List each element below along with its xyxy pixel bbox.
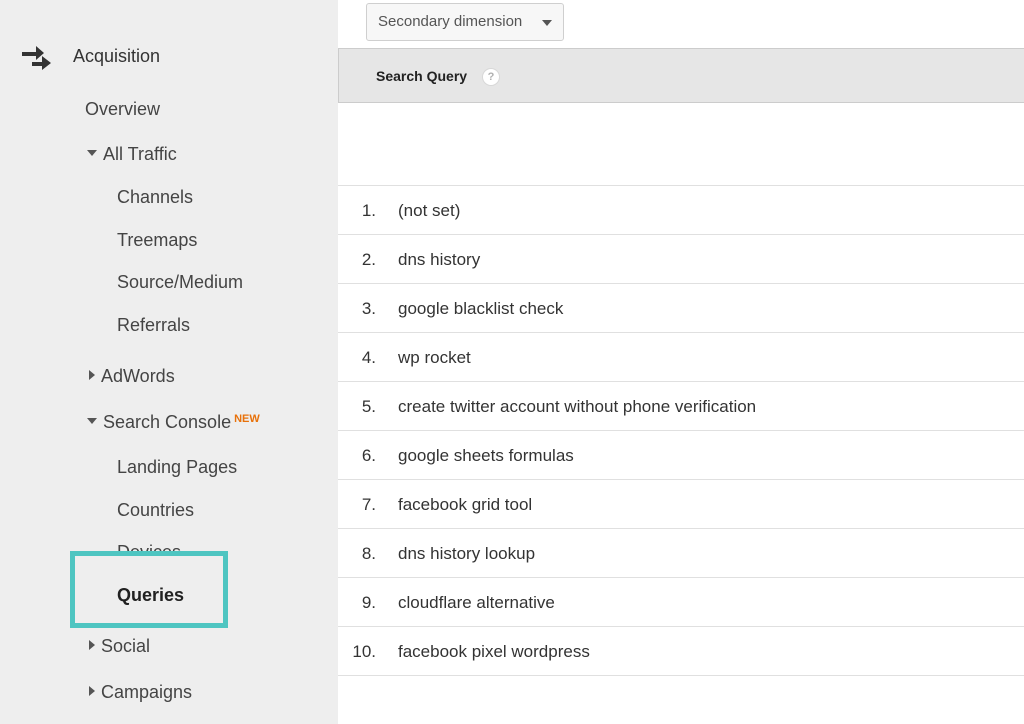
caret-down-icon [87, 418, 97, 425]
new-badge: NEW [234, 413, 260, 425]
help-icon[interactable]: ? [482, 68, 500, 86]
query-link[interactable]: create twitter account without phone ver… [398, 397, 756, 417]
row-number: 6. [361, 446, 376, 465]
sidebar-item-queries[interactable]: Queries [117, 584, 184, 606]
secondary-dimension-dropdown[interactable]: Secondary dimension [366, 3, 564, 41]
sidebar-item-adwords[interactable]: AdWords [85, 365, 175, 387]
table-row: 6. google sheets formulas [338, 431, 1024, 480]
query-link[interactable]: cloudflare alternative [398, 593, 555, 613]
sidebar-item-channels[interactable]: Channels [117, 186, 193, 208]
table-row: 5. create twitter account without phone v… [338, 382, 1024, 431]
table-row: 9. cloudflare alternative [338, 578, 1024, 627]
sidebar-item-campaigns[interactable]: Campaigns [85, 681, 192, 703]
caret-right-icon [89, 370, 95, 381]
caret-right-icon [89, 686, 95, 697]
sidebar-item-referrals[interactable]: Referrals [117, 314, 190, 336]
table-row: 4. wp rocket [338, 333, 1024, 382]
query-link[interactable]: dns history lookup [398, 544, 535, 564]
table-row: 8. dns history lookup [338, 529, 1024, 578]
row-number: 2. [361, 250, 376, 269]
row-number: 4. [361, 348, 376, 367]
row-number: 10. [352, 642, 376, 661]
sidebar-item-source-medium[interactable]: Source/Medium [117, 271, 243, 293]
row-number: 1. [361, 201, 376, 220]
table-row: 10. facebook pixel wordpress [338, 627, 1024, 676]
sidebar-item-label: Social [101, 636, 151, 656]
row-number: 3. [361, 299, 376, 318]
query-link[interactable]: facebook grid tool [398, 495, 532, 515]
sidebar-item-search-console[interactable]: Search Console NEW [85, 411, 260, 433]
row-number: 5. [361, 397, 376, 416]
table-header: Search Query ? [338, 48, 1024, 103]
sidebar-item-landing-pages[interactable]: Landing Pages [117, 456, 237, 478]
table-row: 7. facebook grid tool [338, 480, 1024, 529]
sidebar-item-all-traffic[interactable]: All Traffic [85, 143, 177, 165]
row-number: 9. [361, 593, 376, 612]
query-link[interactable]: wp rocket [398, 348, 471, 368]
sidebar-item-label: AdWords [101, 366, 175, 386]
row-number: 8. [361, 544, 376, 563]
column-header-search-query[interactable]: Search Query [376, 68, 467, 84]
sidebar-nav: Acquisition Overview All Traffic Channel… [0, 0, 338, 724]
acquisition-icon [22, 46, 51, 70]
summary-row [338, 104, 1024, 186]
sidebar-item-countries[interactable]: Countries [117, 499, 194, 521]
query-link[interactable]: facebook pixel wordpress [398, 642, 590, 662]
table-row: 3. google blacklist check [338, 284, 1024, 333]
query-link[interactable]: dns history [398, 250, 480, 270]
table-row: 2. dns history [338, 235, 1024, 284]
secondary-dimension-label: Secondary dimension [378, 13, 523, 30]
sidebar-item-label: All Traffic [103, 144, 177, 164]
caret-down-icon [87, 150, 97, 157]
sidebar-item-treemaps[interactable]: Treemaps [117, 229, 197, 251]
query-link[interactable]: google sheets formulas [398, 446, 574, 466]
table-row: 1. (not set) [338, 186, 1024, 235]
query-link[interactable]: google blacklist check [398, 299, 563, 319]
caret-right-icon [89, 640, 95, 651]
sidebar-item-label: Search Console [103, 412, 232, 432]
sidebar-item-label: Campaigns [101, 682, 193, 702]
sidebar-item-social[interactable]: Social [85, 635, 150, 657]
sidebar-item-overview[interactable]: Overview [85, 98, 160, 120]
chevron-down-icon [542, 20, 552, 26]
table-body: 1. (not set) 2. dns history 3. google black… [338, 186, 1024, 676]
row-number: 7. [361, 495, 376, 514]
sidebar-section-acquisition[interactable]: Acquisition [73, 45, 160, 67]
query-link[interactable]: (not set) [398, 201, 460, 221]
